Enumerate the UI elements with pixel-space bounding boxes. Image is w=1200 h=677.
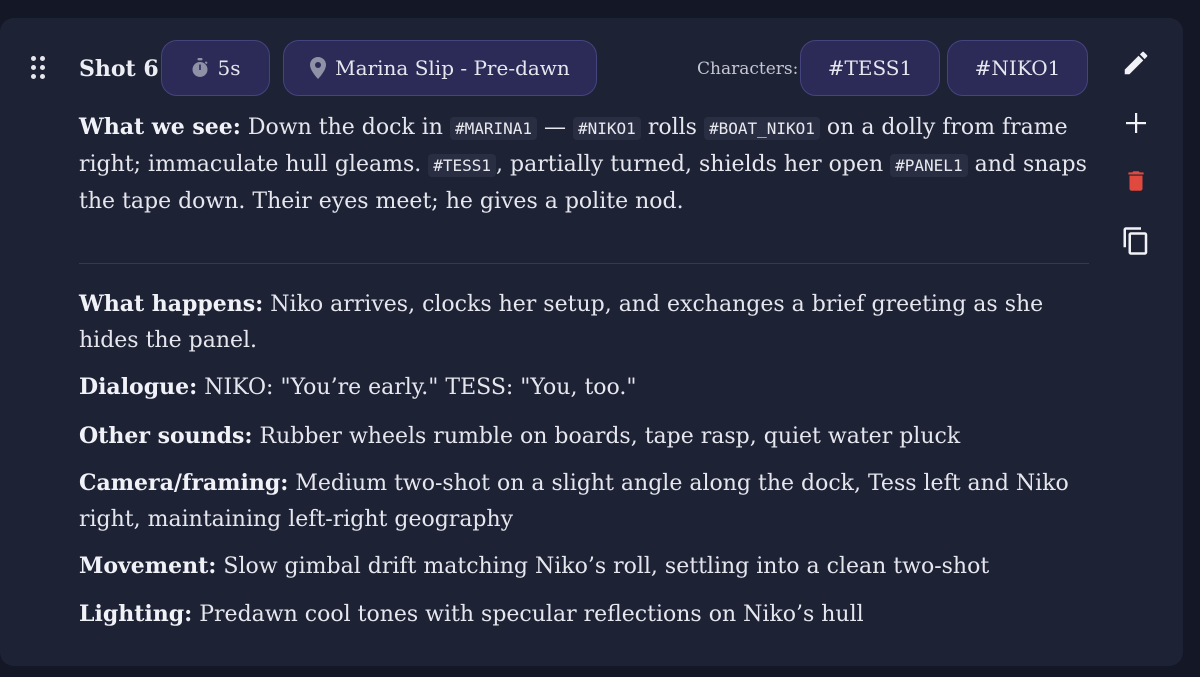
duration-value: 5s (217, 56, 241, 80)
stopwatch-icon (191, 58, 209, 78)
location-chip[interactable]: Marina Slip - Pre-dawn (283, 40, 597, 96)
lighting-label: Lighting: (79, 601, 193, 627)
lighting-text: Lighting: Predawn cool tones with specul… (79, 596, 1089, 633)
pencil-icon (1121, 48, 1151, 82)
lighting-value: Predawn cool tones with specular reflect… (199, 602, 864, 627)
divider (79, 263, 1089, 264)
movement-label: Movement: (79, 553, 217, 579)
text-fragment: rolls (647, 115, 697, 140)
duration-chip[interactable]: 5s (161, 40, 270, 96)
drag-handle-icon[interactable] (31, 56, 45, 79)
plus-icon (1125, 112, 1147, 138)
map-pin-icon (310, 57, 327, 79)
text-fragment: — (544, 115, 567, 140)
characters-label: Characters: (697, 59, 799, 79)
other-sounds-text: Other sounds: Rubber wheels rumble on bo… (79, 418, 1089, 455)
tag-boat: #BOAT_NIKO1 (703, 117, 820, 140)
camera-framing-text: Camera/framing: Medium two-shot on a sli… (79, 465, 1089, 538)
copy-icon (1121, 224, 1151, 262)
tag-niko: #NIKO1 (573, 117, 641, 140)
character-chip[interactable]: #TESS1 (800, 40, 940, 96)
dialogue-label: Dialogue: (79, 374, 198, 400)
text-fragment: Down the dock in (247, 115, 443, 140)
movement-text: Movement: Slow gimbal drift matching Nik… (79, 548, 1089, 585)
movement-value: Slow gimbal drift matching Niko’s roll, … (223, 554, 990, 579)
tag-tess: #TESS1 (428, 154, 497, 177)
character-chip[interactable]: #NIKO1 (947, 40, 1088, 96)
camera-framing-label: Camera/framing: (79, 470, 289, 496)
dialogue-value: NIKO: "You’re early." TESS: "You, too." (204, 375, 637, 400)
tag-marina: #MARINA1 (449, 117, 538, 140)
what-we-see-text: What we see: Down the dock in #MARINA1 —… (79, 109, 1089, 220)
delete-button[interactable] (1118, 165, 1154, 201)
location-value: Marina Slip - Pre-dawn (335, 56, 570, 80)
other-sounds-value: Rubber wheels rumble on boards, tape ras… (259, 424, 961, 449)
add-button[interactable] (1118, 107, 1154, 143)
tag-panel: #PANEL1 (890, 154, 968, 177)
trash-icon (1123, 166, 1149, 200)
what-we-see-label: What we see: (79, 114, 241, 140)
edit-button[interactable] (1118, 47, 1154, 83)
what-happens-label: What happens: (79, 291, 264, 317)
shot-title: Shot 6 (79, 56, 159, 82)
what-happens-text: What happens: Niko arrives, clocks her s… (79, 286, 1089, 359)
duplicate-button[interactable] (1118, 225, 1154, 261)
dialogue-text: Dialogue: NIKO: "You’re early." TESS: "Y… (79, 369, 1089, 406)
other-sounds-label: Other sounds: (79, 423, 253, 449)
text-fragment: , partially turned, shields her open (496, 152, 884, 177)
